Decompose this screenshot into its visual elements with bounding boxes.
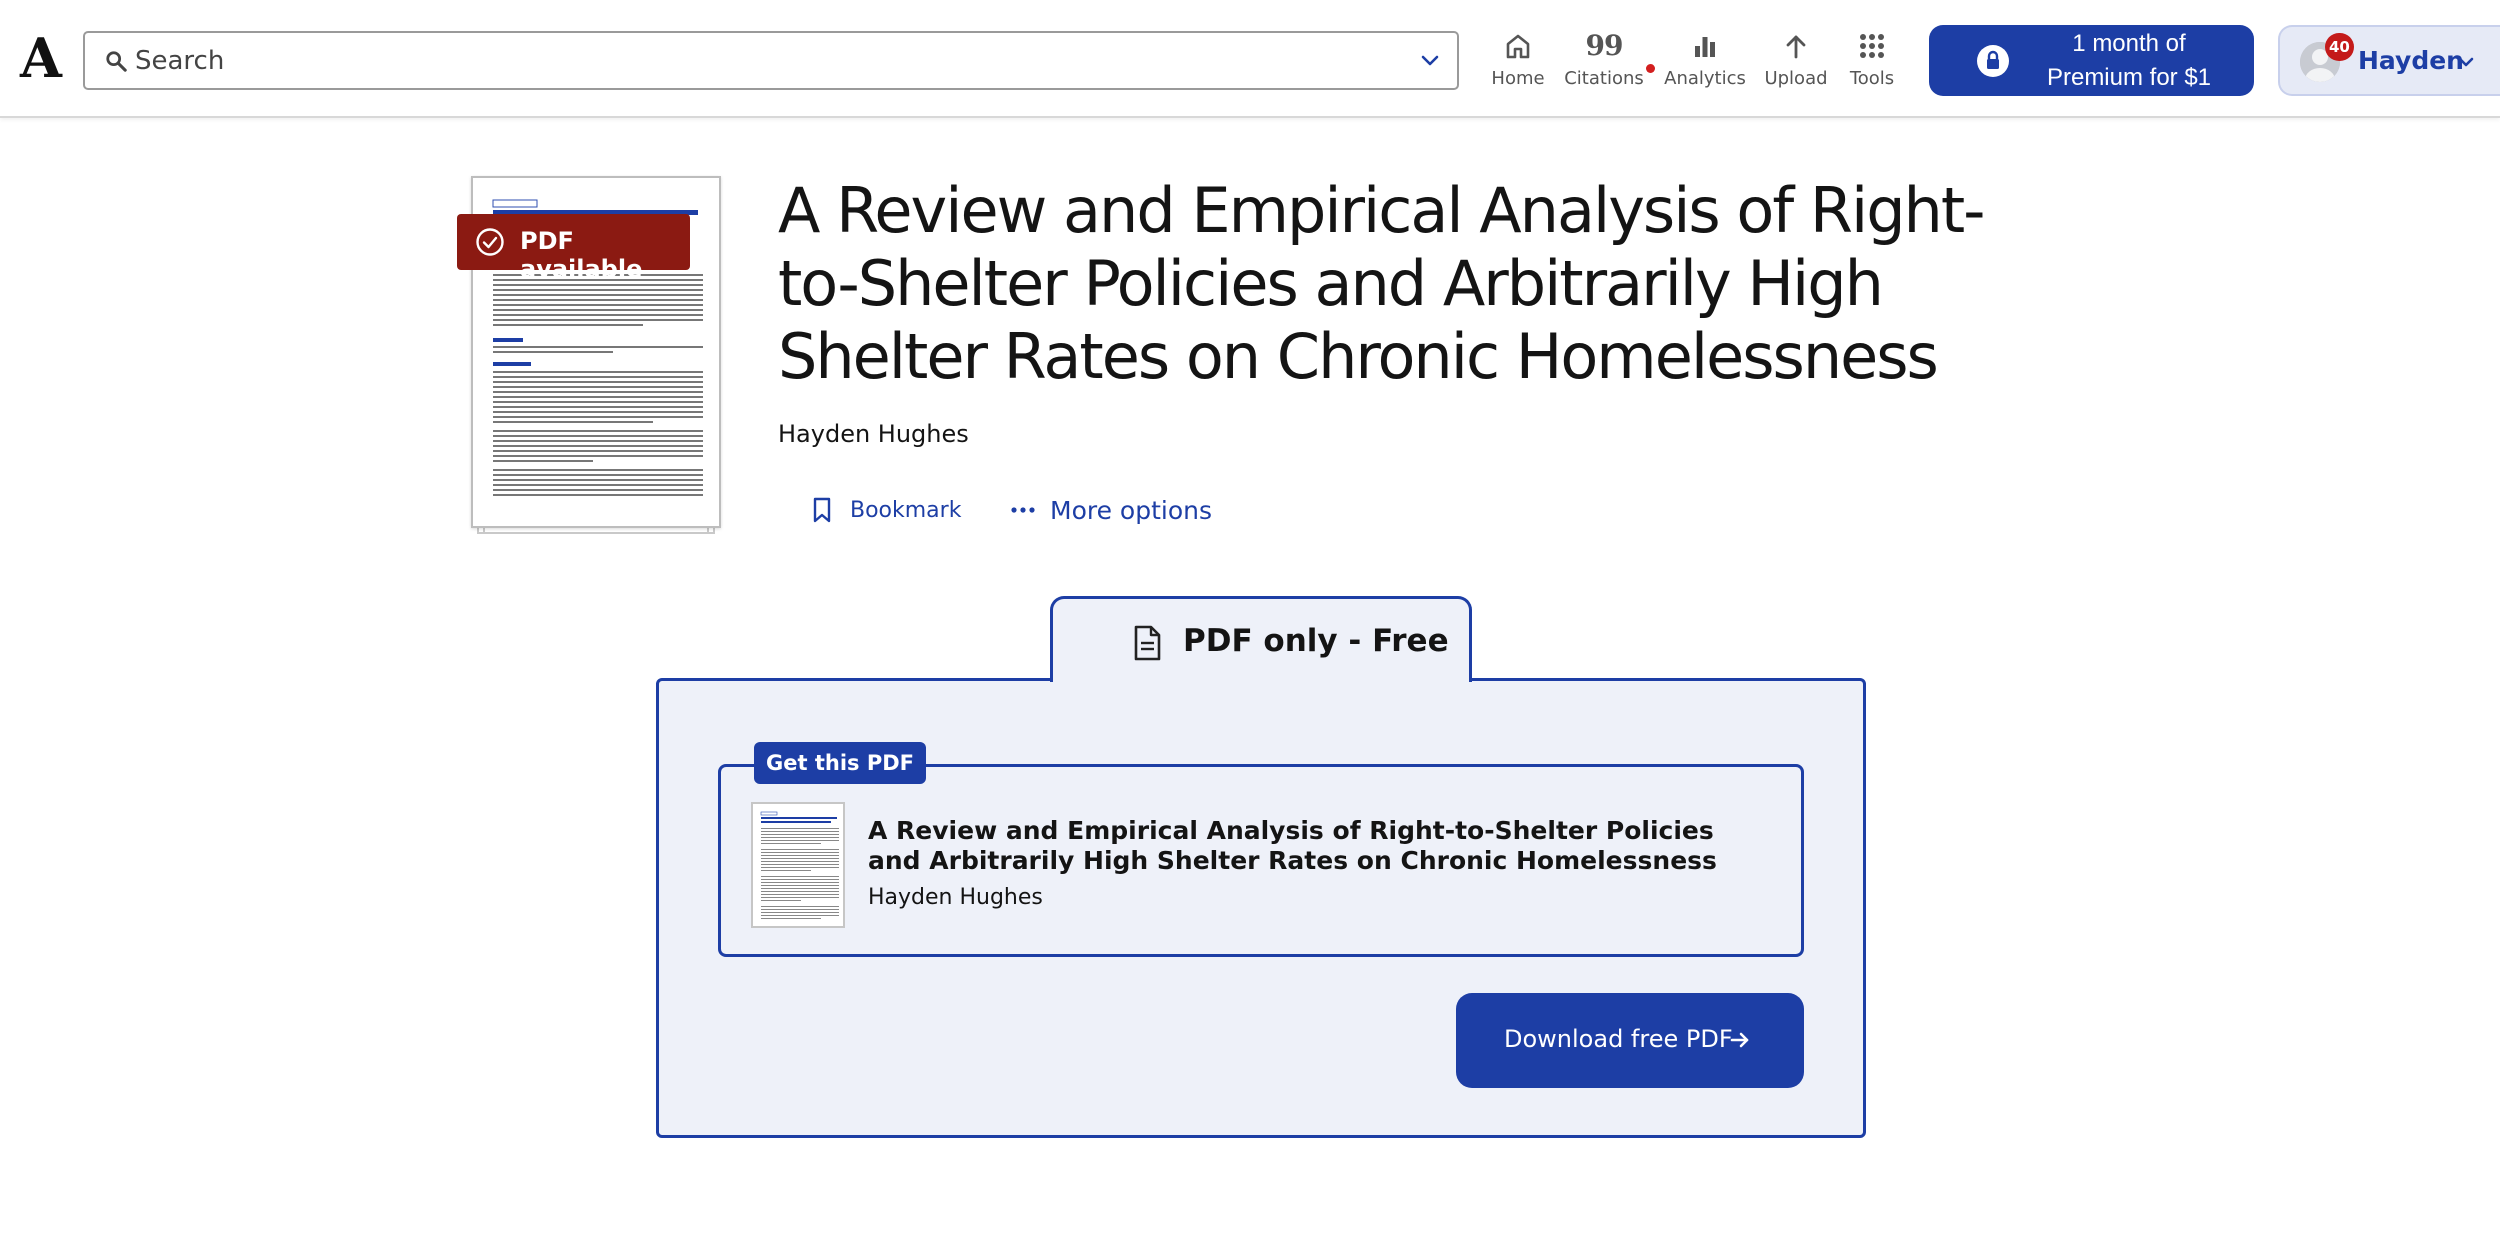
pdf-card-title[interactable]: A Review and Empirical Analysis of Right… [868,816,1768,876]
nav-citations-label: Citations [1564,68,1644,89]
chevron-down-icon[interactable] [1419,52,1441,70]
nav-home-label: Home [1491,68,1545,89]
nav-tools-label: Tools [1849,68,1895,89]
bookmark-button[interactable]: Bookmark [810,490,961,530]
lock-icon [1977,45,2009,77]
analytics-icon [1695,37,1715,57]
bookmark-label: Bookmark [850,497,962,523]
tab-joint [1053,676,1469,684]
nav-citations[interactable]: 99 Citations [1564,28,1655,96]
user-name: Hayden [2358,46,2464,75]
premium-line-1: 1 month of [2072,30,2186,57]
top-navigation-bar: A Home 99 Citations Anal [0,0,2500,118]
download-button-label: Download free PDF [1504,1025,1733,1053]
home-icon [1506,34,1530,59]
tools-icon [1860,34,1884,58]
nav-home[interactable]: Home [1490,28,1546,96]
nav-tools[interactable]: Tools [1844,28,1900,96]
nav-upload-label: Upload [1764,68,1828,89]
site-logo[interactable]: A [20,26,64,90]
chevron-down-icon [2458,57,2474,67]
tab-label: PDF only - Free [1183,623,1449,659]
user-menu[interactable]: 40 Hayden [2278,25,2500,96]
get-this-pdf-tag: Get this PDF [754,742,926,784]
premium-line-2: Premium for $1 [2046,64,2212,91]
nav-upload[interactable]: Upload [1764,28,1828,96]
more-options-label: More options [1050,495,1212,525]
nav-analytics-label: Analytics [1664,68,1746,89]
pdf-available-label: PDF available [520,227,643,283]
paper-title: A Review and Empirical Analysis of Right… [778,174,1986,393]
download-free-pdf-button[interactable]: Download free PDF [1456,993,1804,1088]
more-horizontal-icon [1011,507,1035,513]
check-circle-icon [476,228,504,256]
search-icon [106,51,127,72]
document-icon [1134,625,1161,661]
search-input[interactable] [135,41,1385,81]
upload-icon [1786,35,1806,59]
tab-pdf-only-free[interactable]: PDF only - Free [1050,596,1472,682]
more-options-button[interactable]: More options [1010,490,1212,530]
pdf-card-author: Hayden Hughes [868,885,1043,910]
search-box[interactable] [83,31,1459,90]
paper-author[interactable]: Hayden Hughes [778,420,969,448]
premium-offer-button[interactable]: 1 month of Premium for $1 [1929,25,2254,96]
notification-badge: 40 [2325,33,2354,61]
nav-analytics[interactable]: Analytics [1664,28,1746,96]
bookmark-icon [813,497,831,523]
pdf-card-thumbnail [751,802,845,928]
arrow-right-icon [1730,1032,1749,1048]
citations-alert-dot [1646,64,1655,73]
pdf-available-badge: PDF available [457,214,690,283]
citations-icon: 99 [1585,29,1624,62]
